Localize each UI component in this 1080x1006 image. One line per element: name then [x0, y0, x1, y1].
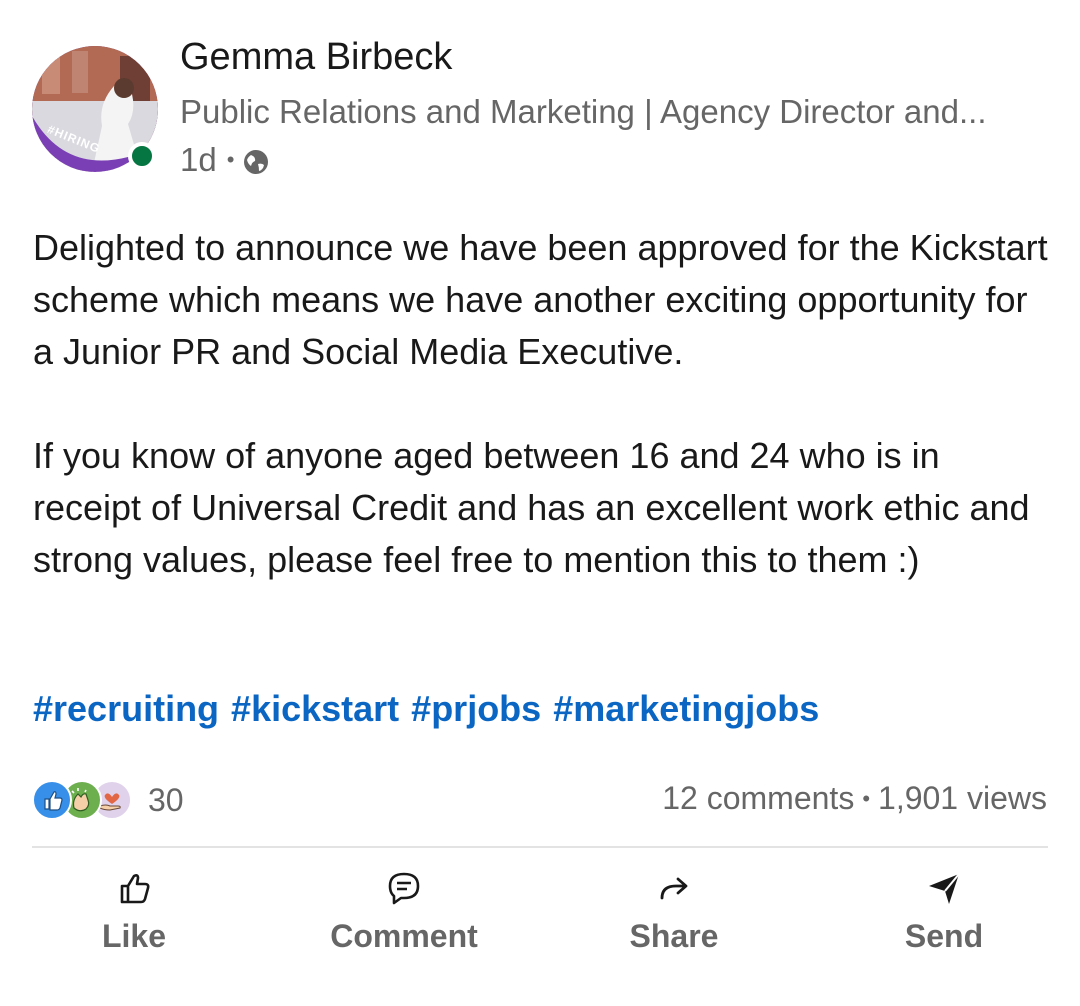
meta-separator: • [226, 147, 235, 172]
online-status-indicator [128, 142, 156, 170]
views-count[interactable]: 1,901 views [878, 780, 1047, 816]
hashtag-link[interactable]: #marketingjobs [553, 688, 819, 729]
author-headline: Public Relations and Marketing | Agency … [180, 93, 987, 130]
send-button[interactable]: Send [854, 862, 1034, 962]
share-arrow-icon [660, 877, 688, 900]
post-body: Delighted to announce we have been appro… [33, 222, 1053, 586]
share-label: Share [629, 918, 719, 954]
comments-count[interactable]: 12 comments [662, 780, 854, 816]
like-reaction-icon [32, 780, 72, 820]
author-avatar[interactable]: #HIRING [32, 46, 158, 172]
hashtag-link[interactable]: #kickstart [231, 688, 399, 729]
comment-icon [388, 872, 420, 905]
hashtag-list: #recruiting #kickstart #prjobs #marketingjo… [33, 688, 831, 730]
next-content-edge [32, 996, 92, 1006]
stats-separator: • [862, 786, 871, 811]
divider [32, 846, 1048, 848]
hashtag-link[interactable]: #prjobs [411, 688, 541, 729]
post-paragraph: If you know of anyone aged between 16 an… [33, 435, 1030, 580]
send-label: Send [904, 918, 984, 954]
post-time: 1d [180, 141, 217, 178]
like-button[interactable]: Like [44, 862, 224, 962]
like-label: Like [101, 918, 167, 954]
post-meta: 1d • [180, 140, 270, 180]
hashtag-link[interactable]: #recruiting [33, 688, 219, 729]
share-button[interactable]: Share [584, 862, 764, 962]
reactions-summary[interactable]: 30 [32, 780, 184, 820]
author-name[interactable]: Gemma Birbeck [180, 36, 452, 79]
post-paragraph: Delighted to announce we have been appro… [33, 227, 1048, 372]
engagement-stats: 12 comments • 1,901 views [662, 780, 1047, 817]
globe-icon [242, 146, 270, 174]
comment-button[interactable]: Comment [314, 862, 494, 962]
feed-post: #HIRING Gemma Birbeck Public Relations a… [0, 0, 1080, 1006]
thumbs-up-icon [120, 874, 150, 904]
comment-label: Comment [330, 918, 478, 954]
reaction-count: 30 [148, 781, 184, 818]
send-icon [929, 873, 960, 904]
